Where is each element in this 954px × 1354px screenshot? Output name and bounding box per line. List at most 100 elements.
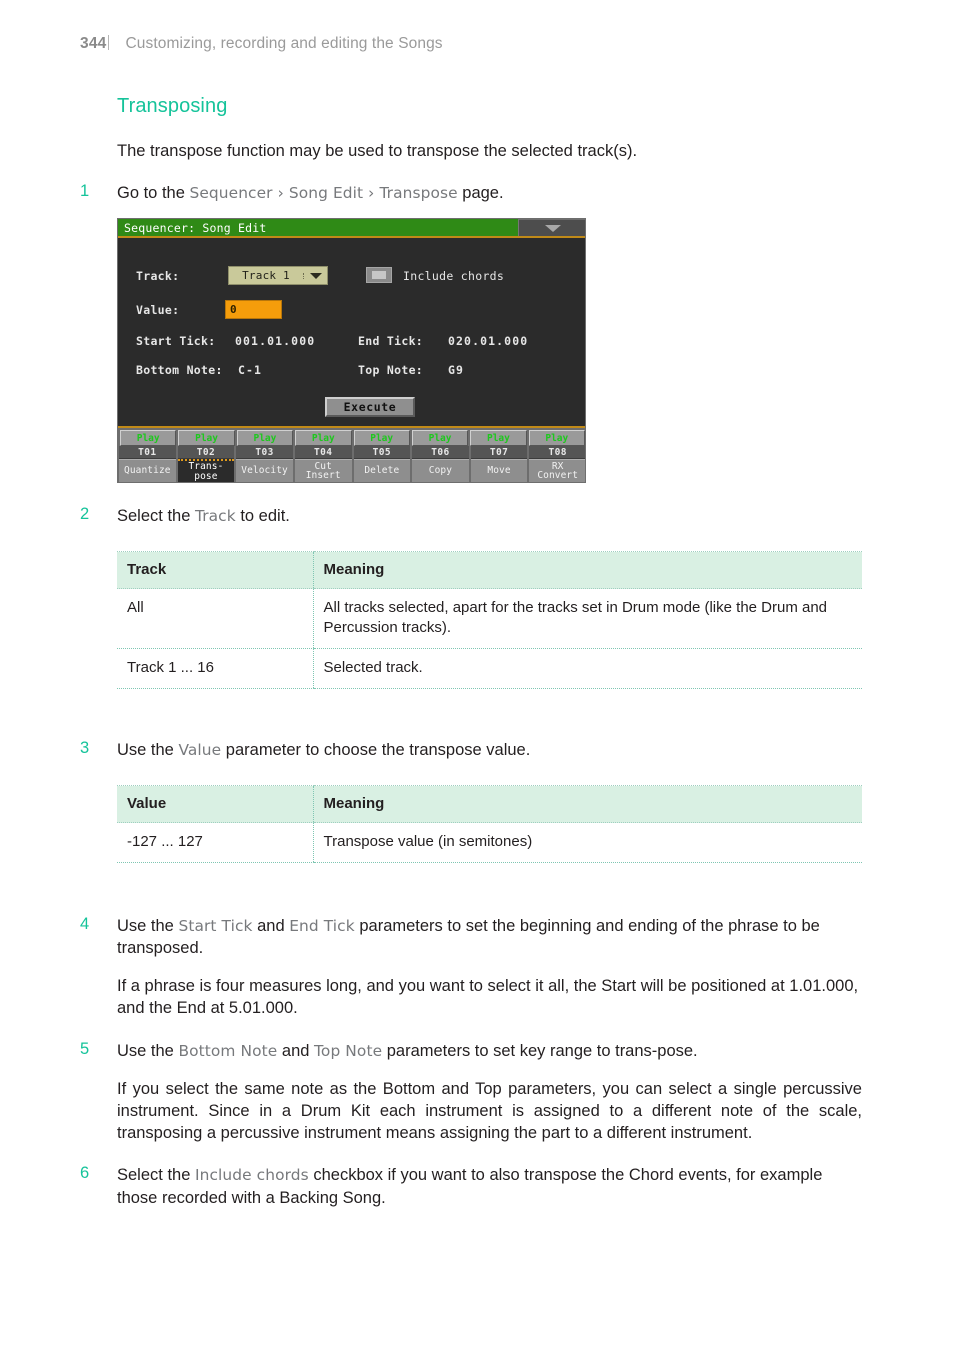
page-number: 344 (80, 35, 107, 52)
table-header-row: Track Meaning (117, 551, 862, 590)
chevron-down-icon (303, 272, 327, 279)
play-button-t05[interactable]: Play (353, 430, 410, 447)
step-1-text-before: Go to the (117, 184, 190, 203)
table-row: Track 1 ... 16 Selected track. (117, 648, 862, 689)
track-number-t08[interactable]: T08 (529, 446, 585, 460)
page-title: Transposing (117, 95, 228, 117)
execute-button[interactable]: Execute (325, 397, 415, 418)
step-4-note: If a phrase is four measures long, and y… (117, 977, 859, 1018)
include-chords-checkbox[interactable] (366, 267, 392, 284)
top-note-value[interactable]: G9 (448, 363, 464, 377)
step-2: 2 Select the Track to edit. (80, 505, 862, 527)
track-dropdown-value: Track 1 (242, 269, 290, 283)
play-button-t02[interactable]: Play (178, 430, 235, 447)
play-button-t04[interactable]: Play (295, 430, 352, 447)
tab-transpose[interactable]: Trans-pose (177, 459, 235, 483)
step-2-text-after: to edit. (235, 507, 290, 526)
track-number-t04[interactable]: T04 (294, 446, 352, 460)
chevron-down-icon (545, 224, 561, 232)
step-1-body: Go to the Sequencer › Song Edit › Transp… (117, 182, 862, 204)
table-header-meaning: Meaning (312, 551, 862, 590)
step-5-text-after: parameters to set key range to trans-pos… (382, 1041, 698, 1060)
execute-button-label: Execute (343, 400, 397, 415)
end-tick-label: End Tick: (358, 334, 424, 349)
param-sequencer: Sequencer (189, 184, 273, 203)
device-track-strip: Play Play Play Play Play Play Play Play … (118, 426, 585, 483)
step-1: 1 Go to the Sequencer › Song Edit › Tran… (80, 182, 862, 204)
step-4-text: Use the Start Tick and End Tick paramete… (117, 915, 862, 959)
device-menu-button[interactable] (518, 219, 585, 237)
step-2-text: Select the Track to edit. (117, 505, 862, 527)
tab-quantize[interactable]: Quantize (119, 459, 176, 483)
param-end-tick: End Tick (289, 916, 355, 935)
tab-cut-insert[interactable]: Cut Insert (294, 459, 352, 483)
track-number-t03[interactable]: T03 (236, 446, 293, 460)
step-3-number: 3 (80, 738, 90, 757)
device-title: Sequencer: Song Edit (124, 220, 267, 235)
track-dropdown[interactable]: Track 1 (228, 266, 328, 286)
table-header-value: Value (117, 785, 313, 824)
tab-label-line2: pose (194, 470, 218, 482)
play-button-t03[interactable]: Play (236, 430, 294, 447)
play-button-t07[interactable]: Play (470, 430, 527, 447)
step-5-note: If you select the same note as the Botto… (117, 1079, 862, 1143)
play-label: Play (545, 432, 569, 444)
tab-label-line1: Copy (428, 465, 453, 477)
start-tick-label: Start Tick: (136, 334, 216, 349)
play-label: Play (486, 432, 510, 444)
step-5: 5 Use the Bottom Note and Top Note param… (80, 1040, 862, 1145)
track-number-row: T01 T02 T03 T04 T05 T06 T07 T08 (118, 446, 585, 460)
cell-track-value: Track 1 ... 16 (117, 648, 313, 689)
param-transpose: Transpose (379, 184, 458, 203)
step-5-text-before: Use the (117, 1041, 179, 1060)
track-number-label: T04 (314, 446, 333, 458)
track-number-label: T05 (372, 446, 391, 458)
track-number-t01[interactable]: T01 (119, 446, 176, 460)
play-button-t01[interactable]: Play (120, 430, 177, 447)
track-number-t06[interactable]: T06 (412, 446, 469, 460)
step-6: 6 Select the Include chords checkbox if … (80, 1164, 862, 1208)
step-6-text-before: Select the (117, 1166, 195, 1185)
tab-copy[interactable]: Copy (412, 459, 469, 483)
step-3-text-before: Use the (117, 740, 179, 759)
value-field[interactable]: 0 (225, 300, 282, 320)
tab-label-line2: Insert (305, 470, 341, 482)
param-bottom-note: Bottom Note (178, 1041, 278, 1060)
step-1-sep-2: › (363, 184, 380, 203)
step-1-sep-1: › (272, 184, 289, 203)
tab-delete[interactable]: Delete (353, 459, 411, 483)
step-1-text: Go to the Sequencer › Song Edit › Transp… (117, 182, 862, 204)
track-number-t07[interactable]: T07 (470, 446, 528, 460)
table-row: All All tracks selected, apart for the t… (117, 588, 862, 650)
step-4-number: 4 (80, 914, 90, 933)
value-reference-table: Value Meaning -127 ... 127 Transpose val… (117, 785, 862, 863)
track-number-label: T07 (489, 446, 509, 458)
play-button-t08[interactable]: Play (528, 430, 585, 447)
track-number-t02[interactable]: T02 (177, 446, 235, 460)
step-5-text: Use the Bottom Note and Top Note paramet… (117, 1040, 862, 1062)
tab-label-line1: Quantize (124, 465, 171, 477)
cell-track-meaning: All tracks selected, apart for the track… (312, 588, 862, 650)
device-body: Track: Track 1 Include chords Value: 0 S… (118, 240, 585, 427)
tab-velocity[interactable]: Velocity (236, 459, 293, 483)
tab-move[interactable]: Move (470, 459, 528, 483)
play-label: Play (253, 432, 277, 444)
end-tick-value[interactable]: 020.01.000 (448, 334, 528, 348)
tab-rx-convert[interactable]: RX Convert (529, 459, 585, 483)
track-reference-table: Track Meaning All All tracks selected, a… (117, 551, 862, 689)
track-number-label: T03 (255, 446, 274, 458)
track-number-label: T01 (138, 446, 157, 458)
page-content: Transposing The transpose function may b… (0, 95, 954, 1209)
edit-tab-row: Quantize Trans-pose Velocity Cut Insert D… (118, 459, 585, 483)
track-number-t05[interactable]: T05 (353, 446, 411, 460)
step-6-number: 6 (80, 1164, 90, 1183)
tab-label-line2: Convert (537, 470, 579, 482)
start-tick-value[interactable]: 001.01.000 (235, 334, 315, 348)
play-button-t06[interactable]: Play (411, 430, 469, 447)
step-6-text: Select the Include chords checkbox if yo… (117, 1164, 862, 1208)
table-header-meaning: Meaning (312, 785, 862, 824)
bottom-note-value[interactable]: C-1 (238, 363, 262, 377)
table-header-track: Track (117, 551, 313, 590)
step-4-mid: and (252, 916, 290, 935)
step-3: 3 Use the Value parameter to choose the … (80, 739, 862, 761)
